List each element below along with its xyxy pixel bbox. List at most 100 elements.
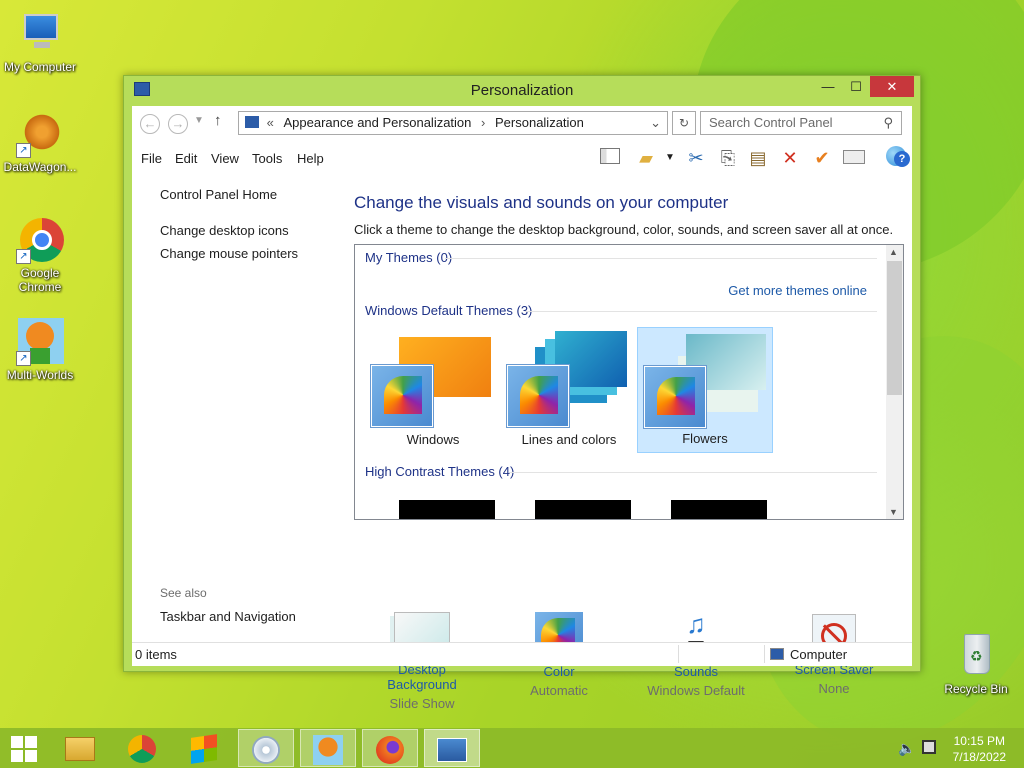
page-heading: Change the visuals and sounds on your co… bbox=[354, 193, 729, 212]
control-panel-icon bbox=[245, 116, 259, 128]
address-dropdown-icon[interactable]: ⌄ bbox=[650, 112, 661, 134]
start-button[interactable] bbox=[0, 729, 48, 767]
themes-scrollbar[interactable]: ▲ ▼ bbox=[886, 245, 903, 519]
high-contrast-themes-group: High Contrast Themes (4) bbox=[365, 464, 515, 479]
back-button[interactable]: ← bbox=[140, 114, 160, 134]
dropdown-icon[interactable]: ▼ bbox=[658, 146, 682, 170]
computer-icon bbox=[770, 648, 784, 660]
theme-tile-lines-and-colors[interactable]: Lines and colors bbox=[501, 327, 637, 453]
multi-worlds-icon: ↗ bbox=[16, 318, 64, 366]
shortcut-arrow-icon: ↗ bbox=[16, 143, 31, 158]
maximize-button[interactable]: ☐ bbox=[842, 76, 870, 97]
personalization-window: Personalization — ☐ ✕ ← → ▼ ↑ « Appearan… bbox=[123, 75, 921, 711]
desktop-icon-my-computer[interactable]: My Computer bbox=[0, 10, 80, 74]
cut-icon[interactable]: ✂ bbox=[684, 146, 708, 170]
address-row: ← → ▼ ↑ « Appearance and Personalization… bbox=[132, 106, 912, 140]
clock-date: 7/18/2022 bbox=[952, 750, 1006, 764]
close-button[interactable]: ✕ bbox=[870, 76, 914, 97]
recent-locations-icon[interactable]: ▼ bbox=[194, 115, 204, 126]
control-panel-home-link[interactable]: Control Panel Home bbox=[160, 187, 277, 202]
copy-icon[interactable]: ⎘ bbox=[716, 146, 740, 170]
menu-tools[interactable]: Tools bbox=[252, 151, 282, 166]
forward-button[interactable]: → bbox=[168, 114, 188, 134]
page-subheading: Click a theme to change the desktop back… bbox=[354, 222, 894, 237]
search-icon[interactable]: ⚲ bbox=[883, 112, 893, 134]
breadcrumb-prefix[interactable]: « bbox=[267, 115, 274, 130]
folder-icon[interactable]: ▰ bbox=[634, 146, 658, 170]
search-placeholder: Search Control Panel bbox=[709, 115, 833, 130]
taskbar-multi-worlds[interactable] bbox=[300, 729, 356, 767]
taskbar: 🔈 10:15 PM 7/18/2022 bbox=[0, 728, 1024, 768]
properties-icon[interactable] bbox=[842, 146, 866, 170]
high-contrast-theme-preview[interactable] bbox=[399, 500, 495, 519]
taskbar-chrome[interactable] bbox=[114, 729, 170, 767]
scroll-down-icon[interactable]: ▼ bbox=[889, 507, 898, 517]
volume-muted-icon[interactable]: 🔈 bbox=[898, 740, 915, 757]
taskbar-firefox[interactable] bbox=[362, 729, 418, 767]
chrome-icon bbox=[128, 734, 156, 763]
get-more-themes-link[interactable]: Get more themes online bbox=[728, 283, 867, 298]
status-items-count: 0 items bbox=[135, 647, 177, 662]
sounds-value: Windows Default bbox=[647, 683, 745, 698]
theme-name: Lines and colors bbox=[521, 432, 617, 447]
screen-saver-value: None bbox=[818, 681, 850, 696]
menu-help[interactable]: Help bbox=[297, 151, 324, 166]
breadcrumb-personalization[interactable]: Personalization bbox=[495, 115, 584, 130]
desktop-icon-recycle-bin[interactable]: ♻ Recycle Bin bbox=[936, 632, 1016, 696]
refresh-button[interactable]: ↻ bbox=[672, 111, 696, 135]
my-themes-group: My Themes (0) bbox=[365, 250, 453, 265]
color-swatch-icon bbox=[507, 365, 569, 427]
menu-edit[interactable]: Edit bbox=[175, 151, 197, 166]
color-swatch-icon bbox=[371, 365, 433, 427]
taskbar-control-panel[interactable] bbox=[424, 729, 480, 767]
theme-name: Windows bbox=[406, 432, 460, 447]
system-clock[interactable]: 10:15 PM 7/18/2022 bbox=[953, 733, 1006, 765]
breadcrumb-separator-icon: › bbox=[481, 115, 486, 130]
layout-icon[interactable] bbox=[598, 146, 622, 170]
desktop-background-value: Slide Show bbox=[389, 696, 455, 711]
checkmark-icon[interactable]: ✔ bbox=[810, 146, 834, 170]
search-input[interactable]: Search Control Panel ⚲ bbox=[700, 111, 902, 135]
multi-worlds-icon bbox=[313, 734, 343, 765]
change-desktop-icons-link[interactable]: Change desktop icons bbox=[160, 223, 289, 238]
status-divider bbox=[764, 645, 765, 663]
computer-icon bbox=[16, 10, 64, 58]
up-button[interactable]: ↑ bbox=[214, 112, 222, 129]
control-panel-icon bbox=[437, 737, 467, 762]
menu-toolbar-row: File Edit View Tools Help ▰ ▼ ✂ ⎘ ▤ ✕ ✔ bbox=[132, 140, 912, 176]
shortcut-arrow-icon: ↗ bbox=[16, 249, 31, 264]
help-icon[interactable]: ? bbox=[894, 151, 910, 167]
sounds-link[interactable]: Sounds bbox=[636, 664, 756, 679]
color-link[interactable]: Color bbox=[499, 664, 619, 679]
taskbar-windows-media[interactable] bbox=[176, 729, 232, 767]
theme-tile-windows[interactable]: Windows bbox=[365, 327, 501, 453]
theme-tile-flowers[interactable]: Flowers bbox=[637, 327, 773, 453]
desktop-icon-datawagon[interactable]: ↗ DataWagon... bbox=[0, 110, 80, 174]
high-contrast-theme-preview[interactable] bbox=[535, 500, 631, 519]
themes-list[interactable]: My Themes (0) Get more themes online Win… bbox=[354, 244, 904, 520]
desktop-background-link[interactable]: Desktop Background bbox=[362, 662, 482, 692]
chrome-icon: ↗ bbox=[16, 216, 64, 264]
firefox-icon bbox=[376, 735, 404, 764]
scroll-up-icon[interactable]: ▲ bbox=[889, 247, 898, 257]
title-bar[interactable]: Personalization — ☐ ✕ bbox=[124, 76, 920, 104]
address-bar[interactable]: « Appearance and Personalization › Perso… bbox=[238, 111, 668, 135]
status-divider bbox=[678, 645, 679, 663]
desktop-icon-multi-worlds[interactable]: ↗ Multi-Worlds bbox=[0, 318, 80, 382]
color-swatch-icon bbox=[644, 366, 706, 428]
network-icon[interactable] bbox=[922, 740, 936, 754]
change-mouse-pointers-link[interactable]: Change mouse pointers bbox=[160, 246, 298, 261]
taskbar-file-explorer[interactable] bbox=[52, 729, 108, 767]
delete-icon[interactable]: ✕ bbox=[778, 146, 802, 170]
scrollbar-thumb[interactable] bbox=[887, 261, 902, 395]
minimize-button[interactable]: — bbox=[814, 76, 842, 97]
menu-view[interactable]: View bbox=[211, 151, 239, 166]
taskbar-disc-app[interactable] bbox=[238, 729, 294, 767]
menu-file[interactable]: File bbox=[141, 151, 162, 166]
status-bar: 0 items Computer bbox=[132, 642, 912, 666]
paste-icon[interactable]: ▤ bbox=[746, 146, 770, 170]
taskbar-navigation-link[interactable]: Taskbar and Navigation bbox=[160, 609, 296, 624]
breadcrumb-appearance[interactable]: Appearance and Personalization bbox=[283, 115, 471, 130]
high-contrast-theme-preview[interactable] bbox=[671, 500, 767, 519]
desktop-icon-google-chrome[interactable]: ↗ Google Chrome bbox=[0, 216, 80, 294]
